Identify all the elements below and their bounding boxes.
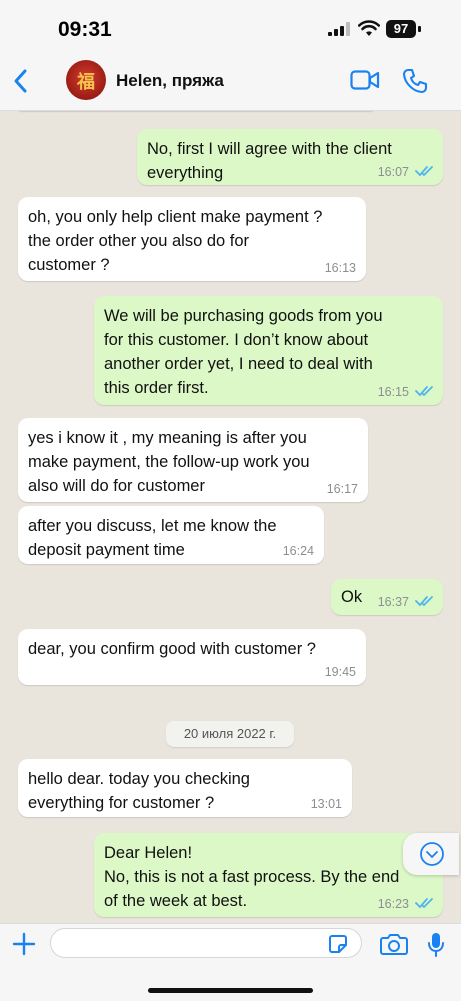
message-bubble[interactable]: No, first I will agree with the client e… bbox=[137, 129, 443, 185]
message-bubble[interactable]: after you discuss, let me know the depos… bbox=[18, 506, 324, 564]
message-text: oh, you only help client make payment ? … bbox=[28, 208, 323, 274]
battery-indicator: 97 bbox=[386, 20, 416, 38]
message-time: 13:01 bbox=[310, 797, 342, 811]
message-text: after you discuss, let me know the depos… bbox=[28, 517, 277, 559]
message-text: Ok bbox=[341, 588, 363, 606]
message-text: hello dear. today you checking everythin… bbox=[28, 770, 250, 812]
message-time: 16:13 bbox=[324, 261, 356, 275]
plus-icon[interactable] bbox=[12, 932, 36, 956]
message-time: 16:17 bbox=[326, 482, 358, 496]
message-bubble[interactable]: Ok 16:37 bbox=[331, 579, 443, 615]
message-text: dear, you confirm good with customer ? bbox=[28, 640, 316, 658]
home-indicator bbox=[148, 988, 313, 993]
cellular-signal-icon bbox=[328, 22, 350, 36]
battery-cap bbox=[418, 26, 421, 32]
contact-name[interactable]: Helen, пряжа bbox=[116, 71, 224, 91]
chat-header: 福 Helen, пряжа bbox=[0, 54, 461, 111]
message-text: Dear Helen! No, this is not a fast proce… bbox=[104, 844, 400, 910]
clock: 09:31 bbox=[58, 18, 112, 41]
message-bubble[interactable]: We will be purchasing goods from you for… bbox=[94, 296, 443, 405]
back-chevron-icon[interactable] bbox=[10, 66, 34, 96]
date-separator: 20 июля 2022 г. bbox=[166, 721, 294, 747]
sticker-icon[interactable] bbox=[328, 934, 348, 954]
status-bar: 09:31 97 bbox=[0, 0, 461, 54]
read-receipt-icon bbox=[415, 386, 433, 397]
composer-bar bbox=[0, 923, 461, 1001]
message-text: yes i know it , my meaning is after you … bbox=[28, 429, 310, 495]
scroll-to-bottom-button[interactable] bbox=[403, 833, 459, 875]
read-receipt-icon bbox=[415, 898, 433, 909]
message-text: We will be purchasing goods from you for… bbox=[104, 307, 383, 397]
message-bubble[interactable]: Dear Helen! No, this is not a fast proce… bbox=[94, 833, 443, 917]
message-time: 16:07 bbox=[377, 165, 409, 179]
message-time: 19:45 bbox=[324, 665, 356, 679]
camera-icon[interactable] bbox=[380, 933, 408, 955]
message-bubble[interactable]: hello dear. today you checking everythin… bbox=[18, 759, 352, 817]
message-time: 16:15 bbox=[377, 385, 409, 399]
read-receipt-icon bbox=[415, 596, 433, 607]
wifi-icon bbox=[358, 20, 380, 36]
message-time: 16:37 bbox=[377, 595, 409, 609]
message-time: 16:24 bbox=[282, 544, 314, 558]
message-bubble[interactable]: dear, you confirm good with customer ? 1… bbox=[18, 629, 366, 685]
message-time: 16:23 bbox=[377, 897, 409, 911]
video-call-icon[interactable] bbox=[350, 69, 380, 91]
chevron-down-circle-icon bbox=[420, 842, 444, 866]
message-list[interactable]: No, first I will agree with the client e… bbox=[0, 111, 461, 923]
phone-call-icon[interactable] bbox=[402, 68, 428, 94]
message-bubble[interactable]: yes i know it , my meaning is after you … bbox=[18, 418, 368, 502]
microphone-icon[interactable] bbox=[427, 932, 445, 958]
message-text: No, first I will agree with the client e… bbox=[147, 140, 392, 182]
read-receipt-icon bbox=[415, 166, 433, 177]
avatar[interactable]: 福 bbox=[66, 60, 106, 100]
message-input[interactable] bbox=[50, 928, 362, 958]
message-bubble[interactable]: oh, you only help client make payment ? … bbox=[18, 197, 366, 281]
